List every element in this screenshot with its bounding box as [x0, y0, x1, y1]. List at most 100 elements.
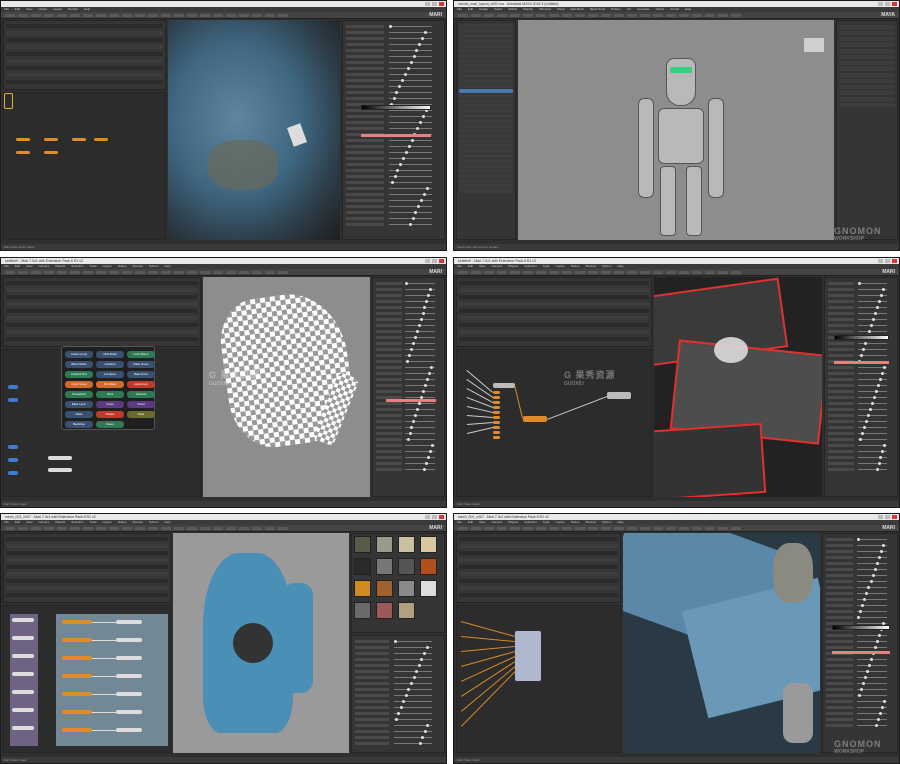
graph-node[interactable] [12, 618, 34, 622]
gradient-ramp[interactable] [832, 625, 890, 630]
menu-item[interactable]: Nodes [118, 520, 127, 524]
slider-track[interactable] [857, 313, 888, 314]
layer-row[interactable] [459, 544, 618, 548]
layer-row[interactable] [6, 316, 198, 320]
outliner-item[interactable] [459, 99, 513, 103]
property-slider[interactable] [826, 568, 894, 571]
toolbar-button[interactable] [174, 271, 184, 274]
property-slider[interactable] [346, 127, 441, 130]
layer-row[interactable] [459, 330, 649, 334]
merge-node[interactable] [515, 631, 541, 681]
graph-node[interactable] [493, 426, 500, 429]
slider-track[interactable] [405, 469, 435, 470]
property-slider[interactable] [355, 730, 441, 733]
property-slider[interactable] [826, 712, 894, 715]
slider-track[interactable] [393, 737, 433, 738]
menu-item[interactable]: Help [164, 520, 170, 524]
toolbar-button[interactable] [18, 527, 28, 530]
uv-viewport[interactable] [203, 277, 370, 497]
menu-item[interactable]: Layers [103, 264, 112, 268]
slider-track[interactable] [856, 665, 888, 666]
graph-node[interactable] [8, 385, 18, 389]
toolbar-button[interactable] [718, 271, 728, 274]
toolbar-button[interactable] [31, 271, 41, 274]
menu-item[interactable]: UV [627, 7, 631, 11]
texture-swatch[interactable] [420, 580, 437, 597]
graph-node[interactable] [16, 151, 30, 154]
slider-handle[interactable] [875, 562, 879, 565]
slider-track[interactable] [856, 677, 888, 678]
slider-handle[interactable] [861, 432, 864, 435]
slider-handle[interactable] [422, 193, 426, 196]
slider-handle[interactable] [423, 730, 427, 733]
menu-item[interactable]: Python [149, 520, 158, 524]
property-slider[interactable] [346, 43, 441, 46]
slider-track[interactable] [856, 641, 888, 642]
menu-item[interactable]: Objects [55, 264, 65, 268]
outliner-item[interactable] [459, 114, 513, 118]
outliner-item[interactable] [459, 119, 513, 123]
slider-track[interactable] [857, 283, 888, 284]
toolbar-button[interactable] [174, 527, 184, 530]
slider-handle[interactable] [422, 390, 426, 393]
texture-swatch[interactable] [354, 536, 371, 553]
layer-row[interactable] [6, 45, 163, 49]
slider-track[interactable] [856, 647, 888, 648]
property-slider[interactable] [376, 318, 441, 321]
slider-track[interactable] [857, 463, 888, 464]
menu-item[interactable]: Create [479, 7, 488, 11]
slider-handle[interactable] [877, 718, 880, 721]
slider-handle[interactable] [860, 354, 864, 357]
slider-track[interactable] [405, 421, 435, 422]
toolbar-button[interactable] [692, 271, 702, 274]
slider-track[interactable] [405, 379, 435, 380]
slider-handle[interactable] [857, 694, 861, 697]
toolbar-button[interactable] [679, 271, 689, 274]
slider-handle[interactable] [422, 652, 426, 655]
maximize-button[interactable] [432, 515, 437, 519]
menu-item[interactable]: Camera [38, 264, 49, 268]
graph-node[interactable] [44, 151, 58, 154]
graph-node[interactable] [493, 421, 500, 424]
property-slider[interactable] [828, 456, 894, 459]
layer-row[interactable] [6, 24, 163, 28]
channel-row[interactable] [839, 91, 895, 95]
toolbar-button[interactable] [627, 527, 637, 530]
outliner-item[interactable] [459, 159, 513, 163]
minimize-button[interactable] [878, 259, 883, 263]
slider-handle[interactable] [409, 61, 413, 64]
toolbar-button[interactable] [471, 271, 481, 274]
property-slider[interactable] [376, 354, 441, 357]
layer-row[interactable] [6, 330, 198, 334]
toolbar-button[interactable] [148, 14, 158, 17]
menu-item[interactable]: Tools [90, 520, 97, 524]
toolbar-button[interactable] [96, 14, 106, 17]
slider-handle[interactable] [397, 712, 401, 715]
toolbar-button[interactable] [252, 14, 262, 17]
property-slider[interactable] [828, 468, 894, 471]
graph-node[interactable] [493, 391, 500, 394]
slider-handle[interactable] [866, 414, 870, 417]
popup-node-button[interactable]: Mask Group [127, 361, 155, 368]
property-slider[interactable] [826, 676, 894, 679]
slider-handle[interactable] [426, 456, 430, 459]
slider-track[interactable] [388, 50, 432, 51]
slider-handle[interactable] [870, 402, 874, 405]
layer-row[interactable] [6, 80, 163, 84]
toolbar-button[interactable] [679, 14, 689, 17]
menu-item[interactable]: Windows [539, 7, 551, 11]
outliner-item[interactable] [459, 189, 513, 193]
layer-row[interactable] [459, 579, 618, 583]
slider-handle[interactable] [411, 342, 415, 345]
property-slider[interactable] [346, 157, 441, 160]
toolbar-button[interactable] [278, 527, 288, 530]
property-slider[interactable] [376, 390, 441, 393]
slider-handle[interactable] [868, 664, 872, 667]
graph-node[interactable] [607, 392, 631, 399]
property-slider[interactable] [355, 652, 441, 655]
graph-node[interactable] [116, 728, 142, 732]
slider-handle[interactable] [426, 378, 430, 381]
toolbar-button[interactable] [562, 14, 572, 17]
property-slider[interactable] [346, 163, 441, 166]
menu-item[interactable]: Camera [38, 520, 49, 524]
